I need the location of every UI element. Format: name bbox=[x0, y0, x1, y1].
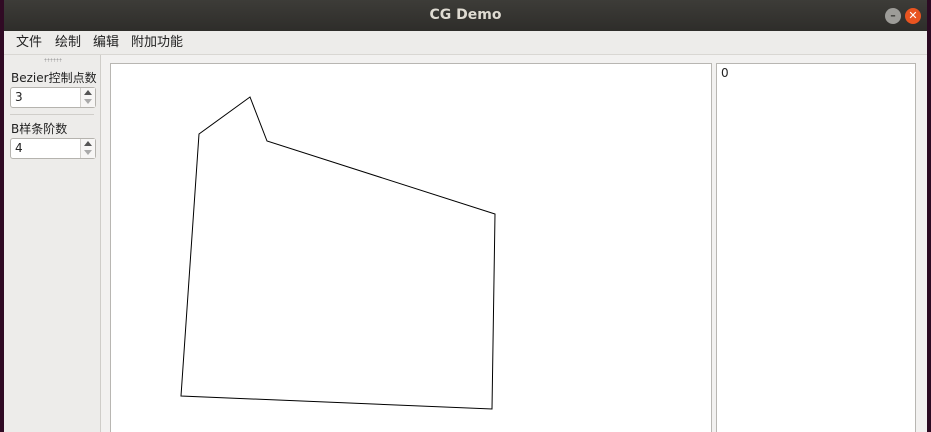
bspline-order-spinbox[interactable]: 4 bbox=[10, 138, 96, 159]
menu-edit[interactable]: 编辑 bbox=[88, 31, 124, 54]
dock-handle[interactable] bbox=[44, 58, 62, 62]
list-item[interactable]: 0 bbox=[721, 66, 729, 80]
spin-down-icon[interactable] bbox=[84, 99, 92, 104]
menu-draw[interactable]: 绘制 bbox=[50, 31, 86, 54]
spin-up-icon[interactable] bbox=[84, 141, 92, 146]
bezier-count-spinbox[interactable]: 3 bbox=[10, 87, 96, 108]
control-dock: Bezier控制点数 3 B样条阶数 4 bbox=[4, 55, 101, 432]
menu-bar: 文件 绘制 编辑 附加功能 bbox=[4, 31, 927, 55]
canvas-svg bbox=[180, 96, 496, 410]
app-window: CG Demo – ✕ 文件 绘制 编辑 附加功能 Bezier控制点数 3 B… bbox=[4, 0, 927, 432]
minimize-button[interactable]: – bbox=[885, 8, 901, 24]
spin-up-icon[interactable] bbox=[84, 90, 92, 95]
bezier-count-value: 3 bbox=[15, 90, 23, 104]
dock-separator bbox=[10, 114, 94, 115]
item-list[interactable]: 0 bbox=[716, 63, 916, 432]
bezier-count-label: Bezier控制点数 bbox=[11, 71, 97, 85]
title-bar[interactable]: CG Demo – ✕ bbox=[4, 0, 927, 31]
bspline-order-label: B样条阶数 bbox=[11, 122, 68, 136]
menu-file[interactable]: 文件 bbox=[11, 31, 47, 54]
spin-down-icon[interactable] bbox=[84, 150, 92, 155]
bezier-spin-buttons[interactable] bbox=[80, 88, 95, 107]
bspline-order-value: 4 bbox=[15, 141, 23, 155]
close-button[interactable]: ✕ bbox=[905, 8, 921, 24]
bspline-spin-buttons[interactable] bbox=[80, 139, 95, 158]
drawing-canvas[interactable] bbox=[110, 63, 712, 432]
window-title: CG Demo bbox=[429, 7, 502, 23]
menu-extra[interactable]: 附加功能 bbox=[126, 31, 188, 54]
drawn-polygon bbox=[180, 96, 496, 410]
